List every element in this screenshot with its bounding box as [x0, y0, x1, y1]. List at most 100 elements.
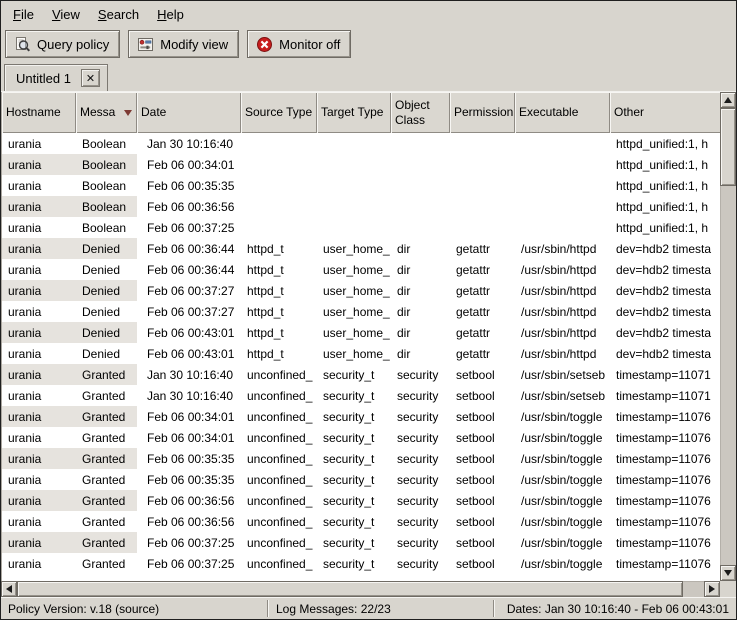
tab-strip: Untitled 1 ✕ [1, 61, 736, 91]
cell-object_class: dir [391, 343, 450, 364]
cell-message: Granted [76, 490, 137, 511]
scroll-right-button[interactable] [704, 581, 720, 597]
cell-object_class [391, 196, 450, 217]
cell-date: Feb 06 00:37:27 [137, 280, 241, 301]
cell-object_class: dir [391, 238, 450, 259]
table-row[interactable]: uraniaBooleanJan 30 10:16:40httpd_unifie… [2, 133, 720, 154]
table-row[interactable]: uraniaDeniedFeb 06 00:43:01httpd_tuser_h… [2, 322, 720, 343]
cell-message: Granted [76, 385, 137, 406]
table-row[interactable]: uraniaDeniedFeb 06 00:43:01httpd_tuser_h… [2, 343, 720, 364]
cell-permission [450, 196, 515, 217]
tab-close-button[interactable]: ✕ [81, 69, 100, 87]
menu-file[interactable]: File [4, 3, 43, 26]
cell-object_class: security [391, 490, 450, 511]
table-row[interactable]: uraniaDeniedFeb 06 00:36:44httpd_tuser_h… [2, 259, 720, 280]
cell-permission: setbool [450, 511, 515, 532]
scroll-left-button[interactable] [1, 581, 17, 597]
table-row[interactable]: uraniaGrantedFeb 06 00:34:01unconfined_s… [2, 427, 720, 448]
log-messages-status: Log Messages: 22/23 [269, 598, 493, 619]
query-policy-button[interactable]: Query policy [5, 30, 120, 58]
monitor-off-button[interactable]: Monitor off [247, 30, 351, 58]
table-row[interactable]: uraniaGrantedJan 30 10:16:40unconfined_s… [2, 364, 720, 385]
cell-source_type: unconfined_ [241, 406, 317, 427]
cell-hostname: urania [2, 343, 76, 364]
column-header-hostname[interactable]: Hostname [2, 92, 76, 133]
cell-other: timestamp=11076 [610, 532, 720, 553]
table-row[interactable]: uraniaGrantedFeb 06 00:35:35unconfined_s… [2, 469, 720, 490]
scroll-up-button[interactable] [720, 92, 736, 108]
cell-message: Boolean [76, 175, 137, 196]
column-header-label: Target Type [321, 105, 383, 119]
table-row[interactable]: uraniaGrantedFeb 06 00:36:56unconfined_s… [2, 490, 720, 511]
cell-date: Jan 30 10:16:40 [137, 133, 241, 154]
table-row[interactable]: uraniaBooleanFeb 06 00:34:01httpd_unifie… [2, 154, 720, 175]
horizontal-scrollbar[interactable] [1, 581, 720, 597]
cell-hostname: urania [2, 553, 76, 574]
table-row[interactable]: uraniaGrantedFeb 06 00:37:25unconfined_s… [2, 553, 720, 574]
cell-source_type: unconfined_ [241, 469, 317, 490]
table-row[interactable]: uraniaGrantedJan 30 10:16:40unconfined_s… [2, 385, 720, 406]
cell-target_type: user_home_ [317, 280, 391, 301]
cell-date: Jan 30 10:16:40 [137, 364, 241, 385]
cell-source_type: httpd_t [241, 301, 317, 322]
cell-message: Denied [76, 301, 137, 322]
menu-help[interactable]: Help [148, 3, 193, 26]
cell-object_class: security [391, 553, 450, 574]
column-header-label: Messa [80, 105, 115, 119]
table-row[interactable]: uraniaDeniedFeb 06 00:36:44httpd_tuser_h… [2, 238, 720, 259]
cell-other: timestamp=11076 [610, 490, 720, 511]
status-bar: Policy Version: v.18 (source) Log Messag… [1, 597, 736, 619]
table-row[interactable]: uraniaBooleanFeb 06 00:36:56httpd_unifie… [2, 196, 720, 217]
column-header-other[interactable]: Other [610, 92, 720, 133]
cell-source_type: httpd_t [241, 280, 317, 301]
cell-executable: /usr/sbin/httpd [515, 280, 610, 301]
cell-other: timestamp=11071 [610, 385, 720, 406]
cell-source_type: unconfined_ [241, 532, 317, 553]
modify-view-preferences-icon [137, 36, 154, 53]
table-row[interactable]: uraniaBooleanFeb 06 00:37:25httpd_unifie… [2, 217, 720, 238]
cell-other: dev=hdb2 timesta [610, 322, 720, 343]
cell-other: timestamp=11076 [610, 406, 720, 427]
table-row[interactable]: uraniaGrantedFeb 06 00:34:01unconfined_s… [2, 406, 720, 427]
column-header-object_class[interactable]: Object Class [391, 92, 450, 133]
cell-date: Feb 06 00:36:56 [137, 511, 241, 532]
column-header-source_type[interactable]: Source Type [241, 92, 317, 133]
sort-descending-icon [124, 110, 132, 116]
table-row[interactable]: uraniaDeniedFeb 06 00:37:27httpd_tuser_h… [2, 280, 720, 301]
scroll-down-button[interactable] [720, 565, 736, 581]
cell-source_type: unconfined_ [241, 448, 317, 469]
table-row[interactable]: uraniaDeniedFeb 06 00:37:27httpd_tuser_h… [2, 301, 720, 322]
column-header-date[interactable]: Date [137, 92, 241, 133]
column-header-label: Hostname [6, 105, 61, 119]
vertical-scrollbar-thumb[interactable] [720, 108, 736, 186]
table-row[interactable]: uraniaGrantedFeb 06 00:37:25unconfined_s… [2, 532, 720, 553]
cell-target_type: user_home_ [317, 343, 391, 364]
menu-search[interactable]: Search [89, 3, 148, 26]
table-row[interactable]: uraniaGrantedFeb 06 00:36:56unconfined_s… [2, 511, 720, 532]
column-header-target_type[interactable]: Target Type [317, 92, 391, 133]
table-header-row: Hostname Messa Date Source Type Target Type O… [2, 92, 720, 133]
log-table: Hostname Messa Date Source Type Target Type O… [2, 92, 720, 574]
column-header-permission[interactable]: Permission [450, 92, 515, 133]
cell-target_type: user_home_ [317, 322, 391, 343]
column-header-executable[interactable]: Executable [515, 92, 610, 133]
cell-object_class: dir [391, 301, 450, 322]
cell-target_type: security_t [317, 553, 391, 574]
cell-message: Granted [76, 511, 137, 532]
arrow-down-icon [724, 570, 732, 576]
column-header-message[interactable]: Messa [76, 92, 137, 133]
table-row[interactable]: uraniaBooleanFeb 06 00:35:35httpd_unifie… [2, 175, 720, 196]
cell-target_type: security_t [317, 469, 391, 490]
vertical-scrollbar[interactable] [720, 92, 736, 581]
menu-view[interactable]: View [43, 3, 89, 26]
tab-untitled-1[interactable]: Untitled 1 ✕ [4, 64, 108, 91]
cell-hostname: urania [2, 532, 76, 553]
table-row[interactable]: uraniaGrantedFeb 06 00:35:35unconfined_s… [2, 448, 720, 469]
column-header-label: Date [141, 105, 166, 119]
scrollbar-corner [720, 581, 736, 597]
cell-source_type: unconfined_ [241, 553, 317, 574]
horizontal-scrollbar-thumb[interactable] [17, 581, 683, 597]
cell-source_type [241, 154, 317, 175]
modify-view-button[interactable]: Modify view [128, 30, 239, 58]
cell-hostname: urania [2, 238, 76, 259]
